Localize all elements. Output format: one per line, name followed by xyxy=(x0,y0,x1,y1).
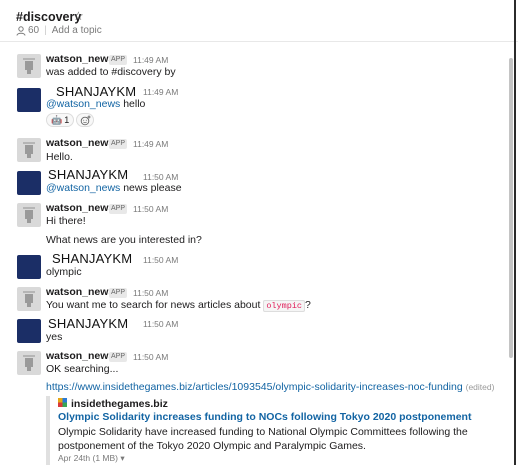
preview-site-name[interactable]: insidethegames.biz xyxy=(71,398,168,410)
preview-file-meta[interactable]: Apr 24th (1 MB) ▾ xyxy=(58,453,125,464)
robot-face-icon: 🤖 xyxy=(51,114,63,125)
add-topic-link[interactable]: Add a topic xyxy=(52,25,102,36)
article-url[interactable]: https://www.insidethegames.biz/articles/… xyxy=(46,381,463,393)
member-count[interactable]: 60 xyxy=(28,25,39,36)
site-favicon-icon xyxy=(58,398,67,407)
message-text: OK searching... xyxy=(46,363,119,375)
preview-description: Olympic Solidarity have increased fundin… xyxy=(58,426,468,452)
app-badge: APP xyxy=(109,288,128,298)
channel-header: #discovery ☆ 60 | Add a topic xyxy=(0,0,518,42)
window-edge xyxy=(514,0,516,465)
user-avatar[interactable] xyxy=(17,255,41,279)
message-text: Hi there! xyxy=(46,215,86,227)
message-text: Hello. xyxy=(46,151,73,163)
reaction-count: 1 xyxy=(64,115,70,125)
sender-name[interactable]: SHANJAYKM xyxy=(48,167,128,182)
timestamp[interactable]: 11:50 AM xyxy=(143,255,178,265)
sender-name[interactable]: watson_news xyxy=(46,137,114,149)
timestamp[interactable]: 11:50 AM xyxy=(143,172,178,182)
article-link: https://www.insidethegames.biz/articles/… xyxy=(46,381,494,393)
user-mention[interactable]: @watson_news xyxy=(46,182,120,194)
sender-name[interactable]: watson_news xyxy=(46,53,114,65)
add-emoji-icon xyxy=(80,115,90,125)
app-badge: APP xyxy=(109,139,128,149)
member-icon xyxy=(16,25,26,36)
message-body: You want me to search for news articles … xyxy=(46,299,261,311)
add-reaction-button[interactable] xyxy=(76,113,94,127)
message-text: You want me to search for news articles … xyxy=(46,299,311,312)
bot-avatar[interactable] xyxy=(17,54,41,78)
reaction-pill[interactable]: 🤖 1 xyxy=(46,113,75,127)
bot-avatar[interactable] xyxy=(17,287,41,311)
meta-divider: | xyxy=(44,25,47,36)
sender-name[interactable]: watson_news xyxy=(46,350,114,362)
sender-name[interactable]: SHANJAYKM xyxy=(56,84,136,99)
user-mention[interactable]: @watson_news xyxy=(46,98,120,110)
app-badge: APP xyxy=(109,55,128,65)
message-body: news please xyxy=(123,182,182,194)
user-avatar[interactable] xyxy=(17,171,41,195)
sender-name[interactable]: SHANJAYKM xyxy=(52,251,132,266)
message-body: hello xyxy=(123,98,146,110)
timestamp[interactable]: 11:50 AM xyxy=(133,352,168,362)
app-badge: APP xyxy=(109,204,128,214)
channel-title[interactable]: #discovery xyxy=(16,10,81,24)
message-text: What news are you interested in? xyxy=(46,234,202,246)
timestamp[interactable]: 11:49 AM xyxy=(143,87,178,97)
app-badge: APP xyxy=(109,352,128,362)
bot-avatar[interactable] xyxy=(17,203,41,227)
user-avatar[interactable] xyxy=(17,88,41,112)
timestamp[interactable]: 11:50 AM xyxy=(143,319,178,329)
message-text: yes xyxy=(46,331,63,343)
timestamp[interactable]: 11:50 AM xyxy=(133,204,168,214)
inline-code: olympic xyxy=(263,300,306,312)
sender-name[interactable]: watson_news xyxy=(46,286,114,298)
user-avatar[interactable] xyxy=(17,319,41,343)
preview-title[interactable]: Olympic Solidarity increases funding to … xyxy=(58,411,471,423)
sender-name[interactable]: watson_news xyxy=(46,202,114,214)
bot-avatar[interactable] xyxy=(17,351,41,375)
channel-meta: 60 | Add a topic xyxy=(16,25,102,36)
edited-label: (edited) xyxy=(465,382,495,392)
bot-avatar[interactable] xyxy=(17,138,41,162)
timestamp[interactable]: 11:49 AM xyxy=(133,55,168,65)
star-icon[interactable]: ☆ xyxy=(73,9,84,23)
message-text: @watson_news news please xyxy=(46,182,182,194)
timestamp[interactable]: 11:49 AM xyxy=(133,139,168,149)
scrollbar-thumb[interactable] xyxy=(509,58,513,358)
message-text: was added to #discovery by xyxy=(46,66,176,78)
timestamp[interactable]: 11:50 AM xyxy=(133,288,168,298)
message-text: olympic xyxy=(46,266,82,278)
message-body-end: ? xyxy=(305,299,311,311)
sender-name[interactable]: SHANJAYKM xyxy=(48,316,128,331)
message-text: @watson_news hello xyxy=(46,98,145,110)
